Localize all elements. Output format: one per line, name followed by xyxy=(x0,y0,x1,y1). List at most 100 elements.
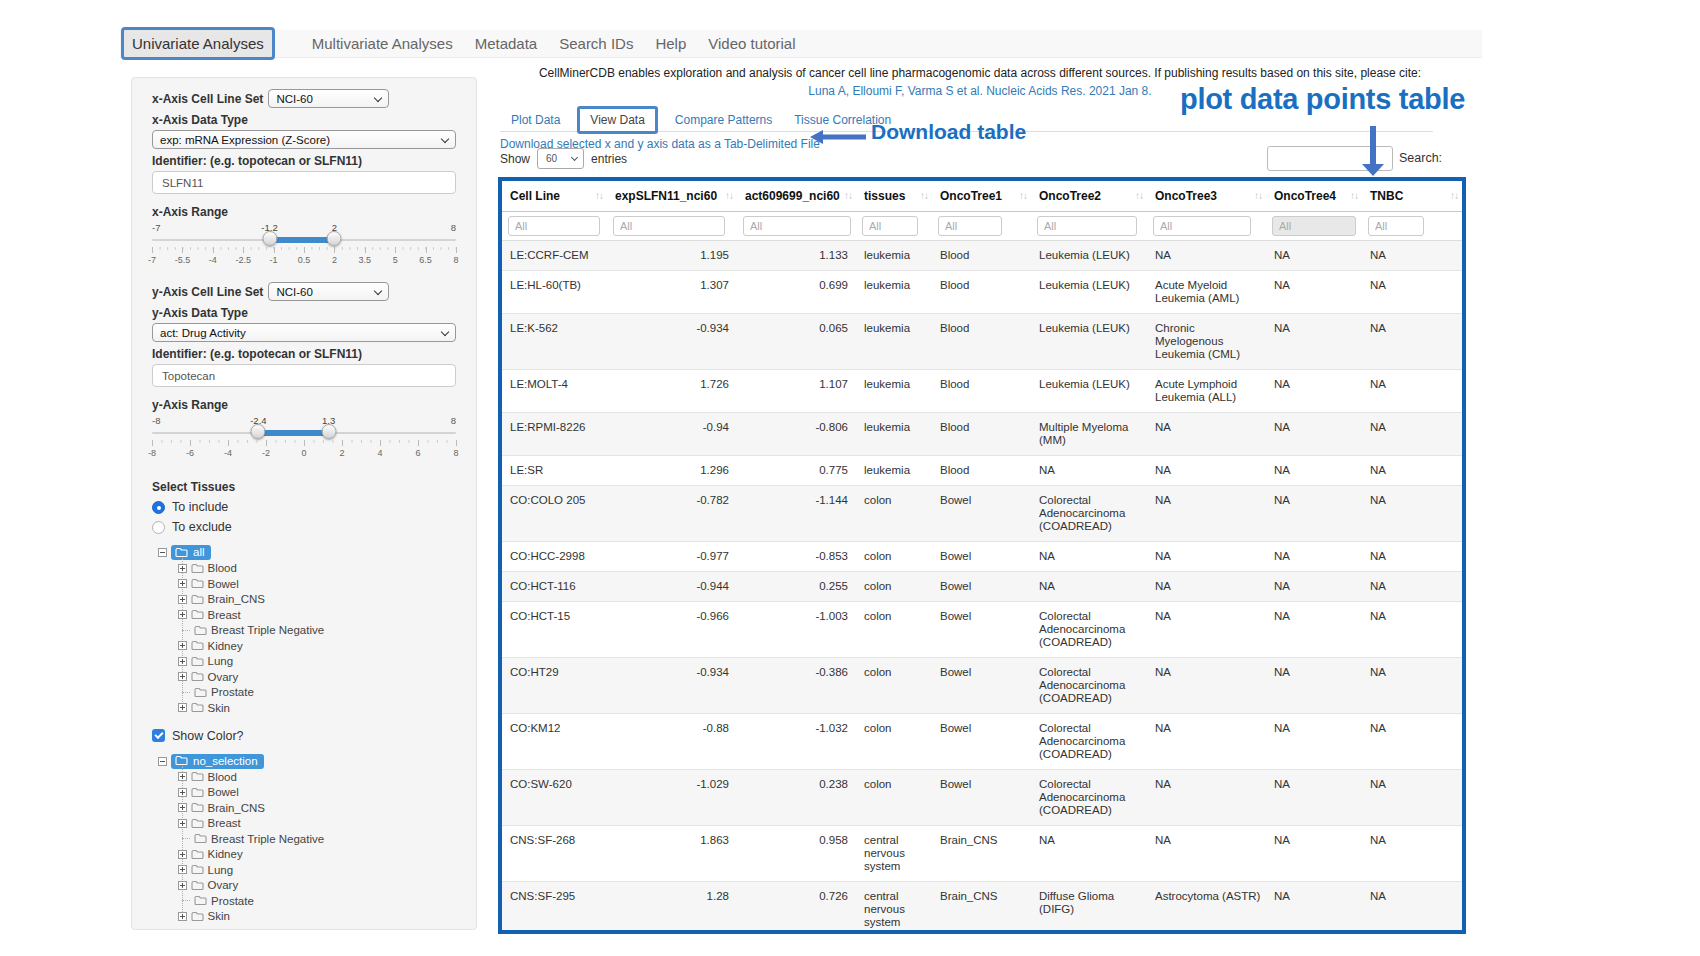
expand-icon[interactable] xyxy=(178,579,187,588)
tree-node-breast-triple-negative[interactable]: Breast Triple Negative xyxy=(152,831,456,847)
tree-node-kidney[interactable]: Kidney xyxy=(152,847,456,863)
sort-icon[interactable]: ↑↓ xyxy=(844,190,852,201)
tree-node-ovary[interactable]: Ovary xyxy=(152,878,456,894)
expand-icon[interactable] xyxy=(178,657,187,666)
nav-tab-multivariate-analyses[interactable]: Multivariate Analyses xyxy=(301,30,464,57)
tree-node-all[interactable]: all xyxy=(171,545,211,560)
table-row[interactable]: LE:K-562-0.9340.065leukemiaBloodLeukemia… xyxy=(502,313,1462,369)
expand-icon[interactable] xyxy=(178,788,187,797)
slider-handle-from[interactable] xyxy=(262,231,277,246)
table-row[interactable]: LE:RPMI-8226-0.94-0.806leukemiaBloodMult… xyxy=(502,412,1462,455)
radio-to-include[interactable] xyxy=(152,501,165,514)
table-row[interactable]: CNS:SF-2951.280.726central nervous syste… xyxy=(502,881,1462,934)
sort-icon[interactable]: ↑↓ xyxy=(1350,190,1358,201)
nav-tab-univariate-analyses[interactable]: Univariate Analyses xyxy=(124,30,272,57)
column-header-tnbc[interactable]: TNBC↑↓ xyxy=(1362,181,1462,211)
tree-node-brain-cns[interactable]: Brain_CNS xyxy=(152,592,456,608)
tree-node-blood[interactable]: Blood xyxy=(152,769,456,785)
filter-input-oncotree4[interactable] xyxy=(1272,216,1356,236)
table-row[interactable]: CO:HCT-116-0.9440.255colonBowelNANANANA xyxy=(502,571,1462,601)
tree-node-skin[interactable]: Skin xyxy=(152,909,456,925)
expand-icon[interactable] xyxy=(178,672,187,681)
sort-icon[interactable]: ↑↓ xyxy=(725,190,733,201)
table-row[interactable]: CO:COLO 205-0.782-1.144colonBowelColorec… xyxy=(502,485,1462,541)
show-color-checkbox[interactable] xyxy=(152,729,165,742)
filter-input-oncotree3[interactable] xyxy=(1153,216,1251,236)
expand-icon[interactable] xyxy=(178,564,187,573)
tab-plot-data[interactable]: Plot Data xyxy=(500,113,571,127)
filter-input-oncotree1[interactable] xyxy=(938,216,1002,236)
tab-view-data[interactable]: View Data xyxy=(590,113,644,127)
column-header-oncotree3[interactable]: OncoTree3↑↓ xyxy=(1147,181,1266,211)
tree-node-breast[interactable]: Breast xyxy=(152,607,456,623)
sort-icon[interactable]: ↑↓ xyxy=(920,190,928,201)
column-header-cell-line[interactable]: Cell Line↑↓ xyxy=(502,181,607,211)
tree-node-breast-triple-negative[interactable]: Breast Triple Negative xyxy=(152,623,456,639)
nav-tab-search-ids[interactable]: Search IDs xyxy=(548,30,644,57)
tab-compare-patterns[interactable]: Compare Patterns xyxy=(664,113,783,127)
slider-handle-to[interactable] xyxy=(321,424,336,439)
table-row[interactable]: LE:SR1.2960.775leukemiaBloodNANANANA xyxy=(502,455,1462,485)
table-row[interactable]: CO:HT29-0.934-0.386colonBowelColorectal … xyxy=(502,657,1462,713)
expand-icon[interactable] xyxy=(178,881,187,890)
tree-node-lung[interactable]: Lung xyxy=(152,862,456,878)
tree-node-no-selection[interactable]: no_selection xyxy=(171,754,264,769)
table-row[interactable]: CNS:SF-2681.8630.958central nervous syst… xyxy=(502,825,1462,881)
nav-tab-help[interactable]: Help xyxy=(644,30,697,57)
column-header-tissues[interactable]: tissues↑↓ xyxy=(856,181,932,211)
sort-icon[interactable]: ↑↓ xyxy=(1135,190,1143,201)
nav-tab-metadata[interactable]: Metadata xyxy=(464,30,549,57)
column-header-oncotree4[interactable]: OncoTree4↑↓ xyxy=(1266,181,1362,211)
collapse-icon[interactable] xyxy=(158,757,167,766)
tree-node-skin[interactable]: Skin xyxy=(152,700,456,716)
expand-icon[interactable] xyxy=(178,803,187,812)
expand-icon[interactable] xyxy=(178,819,187,828)
y-axis-cell-line-set-select[interactable]: NCI-60 xyxy=(268,282,389,301)
table-row[interactable]: LE:CCRF-CEM1.1951.133leukemiaBloodLeukem… xyxy=(502,240,1462,270)
tab-tissue-correlation[interactable]: Tissue Correlation xyxy=(783,113,902,127)
slider-handle-to[interactable] xyxy=(327,231,342,246)
sort-icon[interactable]: ↑↓ xyxy=(1254,190,1262,201)
slider-handle-from[interactable] xyxy=(251,424,266,439)
x-axis-cell-line-set-select[interactable]: NCI-60 xyxy=(268,89,389,108)
filter-input-oncotree2[interactable] xyxy=(1037,216,1137,236)
filter-input-expslfn11-nci60[interactable] xyxy=(613,216,725,236)
nav-tab-video-tutorial[interactable]: Video tutorial xyxy=(697,30,806,57)
x-axis-identifier-input[interactable]: SLFN11 xyxy=(152,171,456,194)
filter-input-act609699-nci60[interactable] xyxy=(743,216,851,236)
expand-icon[interactable] xyxy=(178,865,187,874)
tree-node-ovary[interactable]: Ovary xyxy=(152,669,456,685)
tree-node-kidney[interactable]: Kidney xyxy=(152,638,456,654)
tree-node-prostate[interactable]: Prostate xyxy=(152,685,456,701)
y-axis-range-slider[interactable]: -88-2.41.3-8-6-4-202468 xyxy=(152,415,456,459)
table-row[interactable]: CO:HCC-2998-0.977-0.853colonBowelNANANAN… xyxy=(502,541,1462,571)
table-row[interactable]: LE:HL-60(TB)1.3070.699leukemiaBloodLeuke… xyxy=(502,270,1462,313)
y-axis-data-type-select[interactable]: act: Drug Activity xyxy=(152,323,456,342)
y-axis-identifier-input[interactable]: Topotecan xyxy=(152,364,456,387)
sort-icon[interactable]: ↑↓ xyxy=(595,190,603,201)
collapse-icon[interactable] xyxy=(158,548,167,557)
tree-node-prostate[interactable]: Prostate xyxy=(152,893,456,909)
tree-node-breast[interactable]: Breast xyxy=(152,816,456,832)
tree-node-bowel[interactable]: Bowel xyxy=(152,785,456,801)
filter-input-tissues[interactable] xyxy=(862,216,918,236)
expand-icon[interactable] xyxy=(178,772,187,781)
filter-input-cell-line[interactable] xyxy=(508,216,600,236)
expand-icon[interactable] xyxy=(178,641,187,650)
tree-node-brain-cns[interactable]: Brain_CNS xyxy=(152,800,456,816)
tree-node-bowel[interactable]: Bowel xyxy=(152,576,456,592)
column-header-expslfn11-nci60[interactable]: expSLFN11_nci60↑↓ xyxy=(607,181,737,211)
filter-input-tnbc[interactable] xyxy=(1368,216,1424,236)
expand-icon[interactable] xyxy=(178,610,187,619)
radio-to-exclude[interactable] xyxy=(152,521,165,534)
expand-icon[interactable] xyxy=(178,703,187,712)
table-row[interactable]: CO:KM12-0.88-1.032colonBowelColorectal A… xyxy=(502,713,1462,769)
column-header-act609699-nci60[interactable]: act609699_nci60↑↓ xyxy=(737,181,856,211)
sort-icon[interactable]: ↑↓ xyxy=(1450,190,1458,201)
table-row[interactable]: CO:SW-620-1.0290.238colonBowelColorectal… xyxy=(502,769,1462,825)
tree-node-lung[interactable]: Lung xyxy=(152,654,456,670)
tree-node-blood[interactable]: Blood xyxy=(152,561,456,577)
table-row[interactable]: LE:MOLT-41.7261.107leukemiaBloodLeukemia… xyxy=(502,369,1462,412)
x-axis-range-slider[interactable]: -78-1.22-7-5.5-4-2.5-10.523.556.58 xyxy=(152,222,456,266)
sort-icon[interactable]: ↑↓ xyxy=(1019,190,1027,201)
